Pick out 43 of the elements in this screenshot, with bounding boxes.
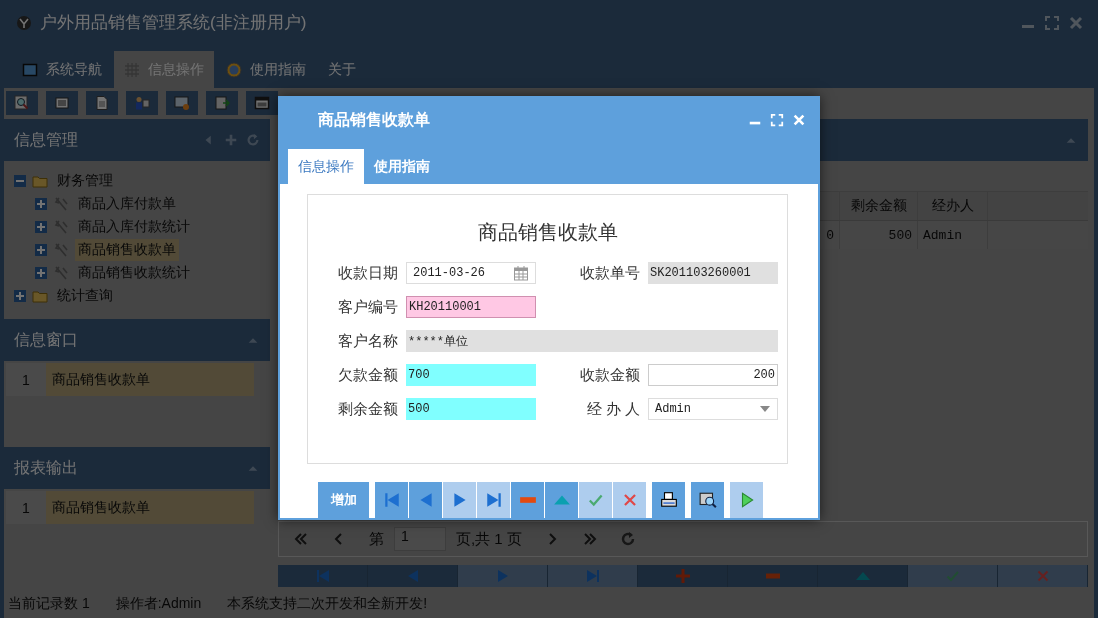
page-input[interactable]: 1 bbox=[394, 527, 446, 551]
field-label: 欠款金额 bbox=[337, 365, 398, 385]
row-number: 1 bbox=[6, 363, 46, 396]
column-header: 经办人 bbox=[918, 192, 988, 220]
field-label: 客户名称 bbox=[337, 331, 398, 351]
field-label: 收款金额 bbox=[579, 365, 640, 385]
form-title: 商品销售收款单 bbox=[476, 220, 619, 245]
table-cell: Admin bbox=[918, 221, 988, 249]
tab[interactable]: 使用指南 bbox=[216, 51, 316, 88]
window-title: 户外用品销售管理系统(非注册用户) bbox=[40, 12, 307, 34]
page-label: 第 bbox=[369, 529, 384, 549]
panel-title: 信息管理 bbox=[14, 129, 78, 150]
field-label: 客户编号 bbox=[337, 297, 398, 317]
panel-title: 信息窗口 bbox=[14, 329, 78, 350]
dialog-title: 商品销售收款单 bbox=[318, 109, 430, 130]
input-field[interactable]: 500 bbox=[406, 398, 536, 420]
input-field[interactable]: SK201103260001 bbox=[648, 262, 778, 284]
tab[interactable]: 系统导航 bbox=[12, 51, 112, 88]
row-number: 1 bbox=[6, 491, 46, 524]
tree-item[interactable]: 商品销售收款单 bbox=[75, 238, 179, 261]
input-field[interactable]: KH20110001 bbox=[406, 296, 536, 318]
field-label: 收款单号 bbox=[579, 263, 640, 283]
column-header: 剩余金额 bbox=[840, 192, 918, 220]
panel-title: 报表输出 bbox=[14, 457, 78, 478]
list-item[interactable]: 商品销售收款单 bbox=[46, 363, 254, 396]
list-item[interactable]: 商品销售收款单 bbox=[46, 491, 254, 524]
tab[interactable]: 信息操作 bbox=[288, 149, 364, 184]
add-button[interactable]: 增加 bbox=[318, 482, 369, 518]
tab[interactable]: 关于 bbox=[318, 51, 366, 88]
dropdown-field[interactable]: Admin bbox=[648, 398, 778, 420]
field-label: 收款日期 bbox=[337, 263, 398, 283]
input-field[interactable]: *****单位 bbox=[406, 330, 778, 352]
tab[interactable]: 使用指南 bbox=[364, 149, 440, 184]
page-total: 页,共 1 页 bbox=[456, 529, 522, 549]
field-label: 经 办 人 bbox=[585, 399, 640, 419]
input-field[interactable]: 700 bbox=[406, 364, 536, 386]
field-label: 剩余金额 bbox=[337, 399, 398, 419]
status-text: 当前记录数 1 bbox=[8, 595, 90, 613]
table-cell: 500 bbox=[840, 221, 918, 249]
tree-item[interactable]: 统计查询 bbox=[54, 284, 116, 307]
date-field[interactable]: 2011-03-26 bbox=[406, 262, 536, 284]
input-field[interactable]: 200 bbox=[648, 364, 778, 386]
status-text: 操作者:Admin bbox=[115, 595, 202, 613]
